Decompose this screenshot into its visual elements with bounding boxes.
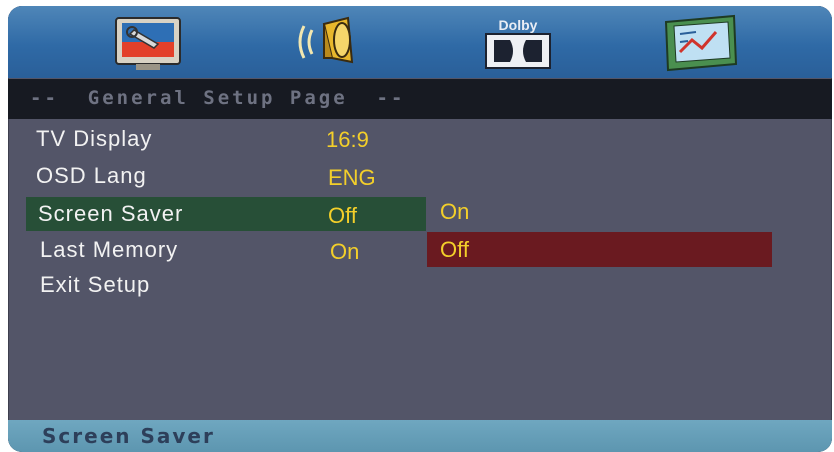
- audio-speaker-icon[interactable]: [288, 12, 368, 78]
- preferences-icon[interactable]: [658, 12, 744, 78]
- status-text: Screen Saver: [42, 424, 215, 448]
- menu-item-last-memory[interactable]: Last Memory: [40, 237, 178, 263]
- menu-value-screen-saver: Off: [328, 203, 357, 228]
- page-title: -- General Setup Page --: [30, 87, 406, 109]
- menu-item-screen-saver[interactable]: Screen Saver: [38, 201, 183, 227]
- menu-value-last-memory: On: [330, 239, 360, 264]
- submenu-option-on[interactable]: On: [440, 199, 469, 225]
- menu-item-osd-lang[interactable]: OSD Lang: [36, 163, 147, 189]
- menu-value-osd-lang: ENG: [328, 165, 376, 190]
- category-icon-bar: Dolby: [8, 6, 832, 78]
- menu-value-tv-display: 16:9: [326, 127, 369, 152]
- setup-menu-screen: Dolby -- General Setup Page -- TV Displa…: [8, 6, 832, 452]
- menu-item-tv-display[interactable]: TV Display: [36, 126, 152, 152]
- svg-text:Dolby: Dolby: [499, 17, 538, 33]
- page-title-bar: -- General Setup Page --: [8, 79, 832, 119]
- general-setup-icon[interactable]: [110, 12, 188, 78]
- submenu-option-off[interactable]: Off: [440, 237, 469, 263]
- status-bar: Screen Saver: [8, 420, 832, 452]
- dolby-digital-icon[interactable]: Dolby: [478, 12, 558, 78]
- menu-item-exit-setup[interactable]: Exit Setup: [40, 272, 150, 298]
- selected-option-highlight: [427, 232, 772, 267]
